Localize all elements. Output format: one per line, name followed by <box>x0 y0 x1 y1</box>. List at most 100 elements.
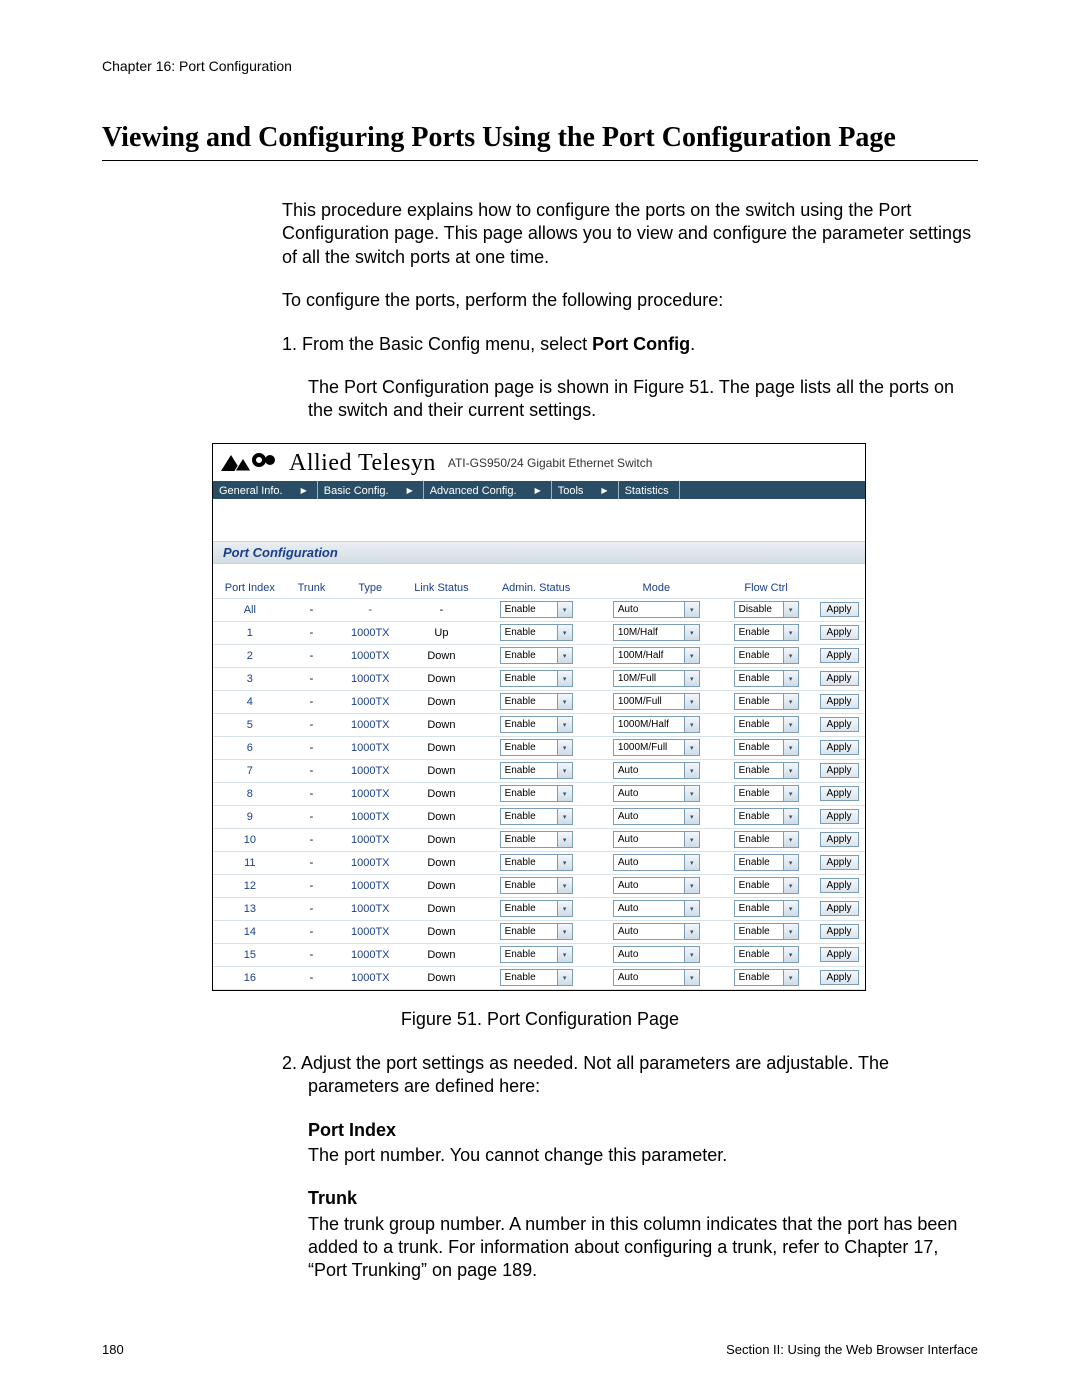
dropdown[interactable]: Auto▾ <box>613 900 700 917</box>
port-index-cell[interactable]: All <box>213 598 287 621</box>
flow-ctrl-cell: Enable▾ <box>719 644 813 667</box>
port-index-cell[interactable]: 9 <box>213 805 287 828</box>
port-index-cell[interactable]: 5 <box>213 713 287 736</box>
dropdown[interactable]: Enable▾ <box>500 670 573 687</box>
dropdown[interactable]: Enable▾ <box>734 670 799 687</box>
apply-button[interactable]: Apply <box>820 947 859 962</box>
apply-button[interactable]: Apply <box>820 878 859 893</box>
menu-item[interactable]: Tools▶ <box>552 481 619 499</box>
apply-button[interactable]: Apply <box>820 901 859 916</box>
dropdown[interactable]: Enable▾ <box>734 831 799 848</box>
dropdown[interactable]: 10M/Full▾ <box>613 670 700 687</box>
apply-button[interactable]: Apply <box>820 855 859 870</box>
menu-item[interactable]: Advanced Config.▶ <box>424 481 552 499</box>
chevron-down-icon: ▾ <box>684 947 699 962</box>
dropdown[interactable]: Enable▾ <box>500 624 573 641</box>
dropdown[interactable]: Auto▾ <box>613 854 700 871</box>
dropdown[interactable]: Auto▾ <box>613 923 700 940</box>
dropdown[interactable]: Auto▾ <box>613 877 700 894</box>
dropdown[interactable]: Enable▾ <box>734 969 799 986</box>
dropdown[interactable]: Auto▾ <box>613 946 700 963</box>
dropdown[interactable]: Enable▾ <box>500 946 573 963</box>
dropdown[interactable]: Enable▾ <box>500 969 573 986</box>
dropdown[interactable]: Enable▾ <box>500 647 573 664</box>
port-index-cell[interactable]: 10 <box>213 828 287 851</box>
dropdown[interactable]: Enable▾ <box>500 716 573 733</box>
mode-cell: Auto▾ <box>594 805 720 828</box>
menu-item[interactable]: General Info.▶ <box>213 481 318 499</box>
dropdown[interactable]: Enable▾ <box>734 785 799 802</box>
port-index-cell[interactable]: 8 <box>213 782 287 805</box>
apply-button[interactable]: Apply <box>820 740 859 755</box>
dropdown[interactable]: Auto▾ <box>613 969 700 986</box>
dropdown[interactable]: Enable▾ <box>734 808 799 825</box>
port-index-cell[interactable]: 7 <box>213 759 287 782</box>
dropdown[interactable]: Auto▾ <box>613 831 700 848</box>
port-index-cell[interactable]: 6 <box>213 736 287 759</box>
port-index-cell[interactable]: 4 <box>213 690 287 713</box>
dropdown[interactable]: Enable▾ <box>500 762 573 779</box>
dropdown[interactable]: Disable▾ <box>734 601 799 618</box>
dropdown[interactable]: Enable▾ <box>500 785 573 802</box>
apply-button[interactable]: Apply <box>820 671 859 686</box>
chevron-down-icon: ▾ <box>783 671 798 686</box>
link-status-cell: Down <box>404 805 478 828</box>
apply-button[interactable]: Apply <box>820 625 859 640</box>
port-index-cell[interactable]: 16 <box>213 966 287 989</box>
trunk-cell: - <box>287 782 337 805</box>
port-index-cell[interactable]: 12 <box>213 874 287 897</box>
apply-button[interactable]: Apply <box>820 694 859 709</box>
table-row: 4-1000TXDownEnable▾100M/Full▾Enable▾Appl… <box>213 690 865 713</box>
dropdown[interactable]: Enable▾ <box>500 877 573 894</box>
port-index-cell[interactable]: 14 <box>213 920 287 943</box>
apply-button[interactable]: Apply <box>820 602 859 617</box>
dropdown[interactable]: Enable▾ <box>734 946 799 963</box>
dropdown[interactable]: Enable▾ <box>734 877 799 894</box>
dropdown[interactable]: Enable▾ <box>500 854 573 871</box>
dropdown[interactable]: Enable▾ <box>500 693 573 710</box>
dropdown[interactable]: Enable▾ <box>500 808 573 825</box>
menu-item[interactable]: Basic Config.▶ <box>318 481 424 499</box>
dropdown[interactable]: 1000M/Half▾ <box>613 716 700 733</box>
apply-button[interactable]: Apply <box>820 763 859 778</box>
port-index-cell[interactable]: 13 <box>213 897 287 920</box>
dropdown[interactable]: Enable▾ <box>734 900 799 917</box>
chevron-down-icon: ▾ <box>557 671 572 686</box>
dropdown[interactable]: Enable▾ <box>500 739 573 756</box>
dropdown[interactable]: Enable▾ <box>734 854 799 871</box>
type-cell: - <box>336 598 404 621</box>
flow-ctrl-cell: Enable▾ <box>719 667 813 690</box>
apply-button[interactable]: Apply <box>820 832 859 847</box>
dropdown[interactable]: Enable▾ <box>734 624 799 641</box>
dropdown[interactable]: Auto▾ <box>613 808 700 825</box>
dropdown[interactable]: Enable▾ <box>734 762 799 779</box>
dropdown[interactable]: Auto▾ <box>613 785 700 802</box>
dropdown[interactable]: Auto▾ <box>613 601 700 618</box>
dropdown[interactable]: Enable▾ <box>734 739 799 756</box>
dropdown[interactable]: Enable▾ <box>734 923 799 940</box>
dropdown[interactable]: Enable▾ <box>500 900 573 917</box>
dropdown[interactable]: Enable▾ <box>500 831 573 848</box>
apply-button[interactable]: Apply <box>820 786 859 801</box>
dropdown[interactable]: 100M/Half▾ <box>613 647 700 664</box>
dropdown[interactable]: 10M/Half▾ <box>613 624 700 641</box>
dropdown[interactable]: 1000M/Full▾ <box>613 739 700 756</box>
port-index-cell[interactable]: 11 <box>213 851 287 874</box>
dropdown[interactable]: 100M/Full▾ <box>613 693 700 710</box>
apply-button[interactable]: Apply <box>820 970 859 985</box>
dropdown[interactable]: Enable▾ <box>734 693 799 710</box>
port-index-cell[interactable]: 1 <box>213 621 287 644</box>
port-index-cell[interactable]: 2 <box>213 644 287 667</box>
dropdown[interactable]: Enable▾ <box>734 716 799 733</box>
apply-button[interactable]: Apply <box>820 924 859 939</box>
dropdown[interactable]: Enable▾ <box>500 601 573 618</box>
apply-button[interactable]: Apply <box>820 809 859 824</box>
apply-button[interactable]: Apply <box>820 717 859 732</box>
apply-button[interactable]: Apply <box>820 648 859 663</box>
dropdown[interactable]: Enable▾ <box>500 923 573 940</box>
menu-item[interactable]: Statistics <box>619 481 680 499</box>
dropdown[interactable]: Enable▾ <box>734 647 799 664</box>
port-index-cell[interactable]: 3 <box>213 667 287 690</box>
port-index-cell[interactable]: 15 <box>213 943 287 966</box>
dropdown[interactable]: Auto▾ <box>613 762 700 779</box>
